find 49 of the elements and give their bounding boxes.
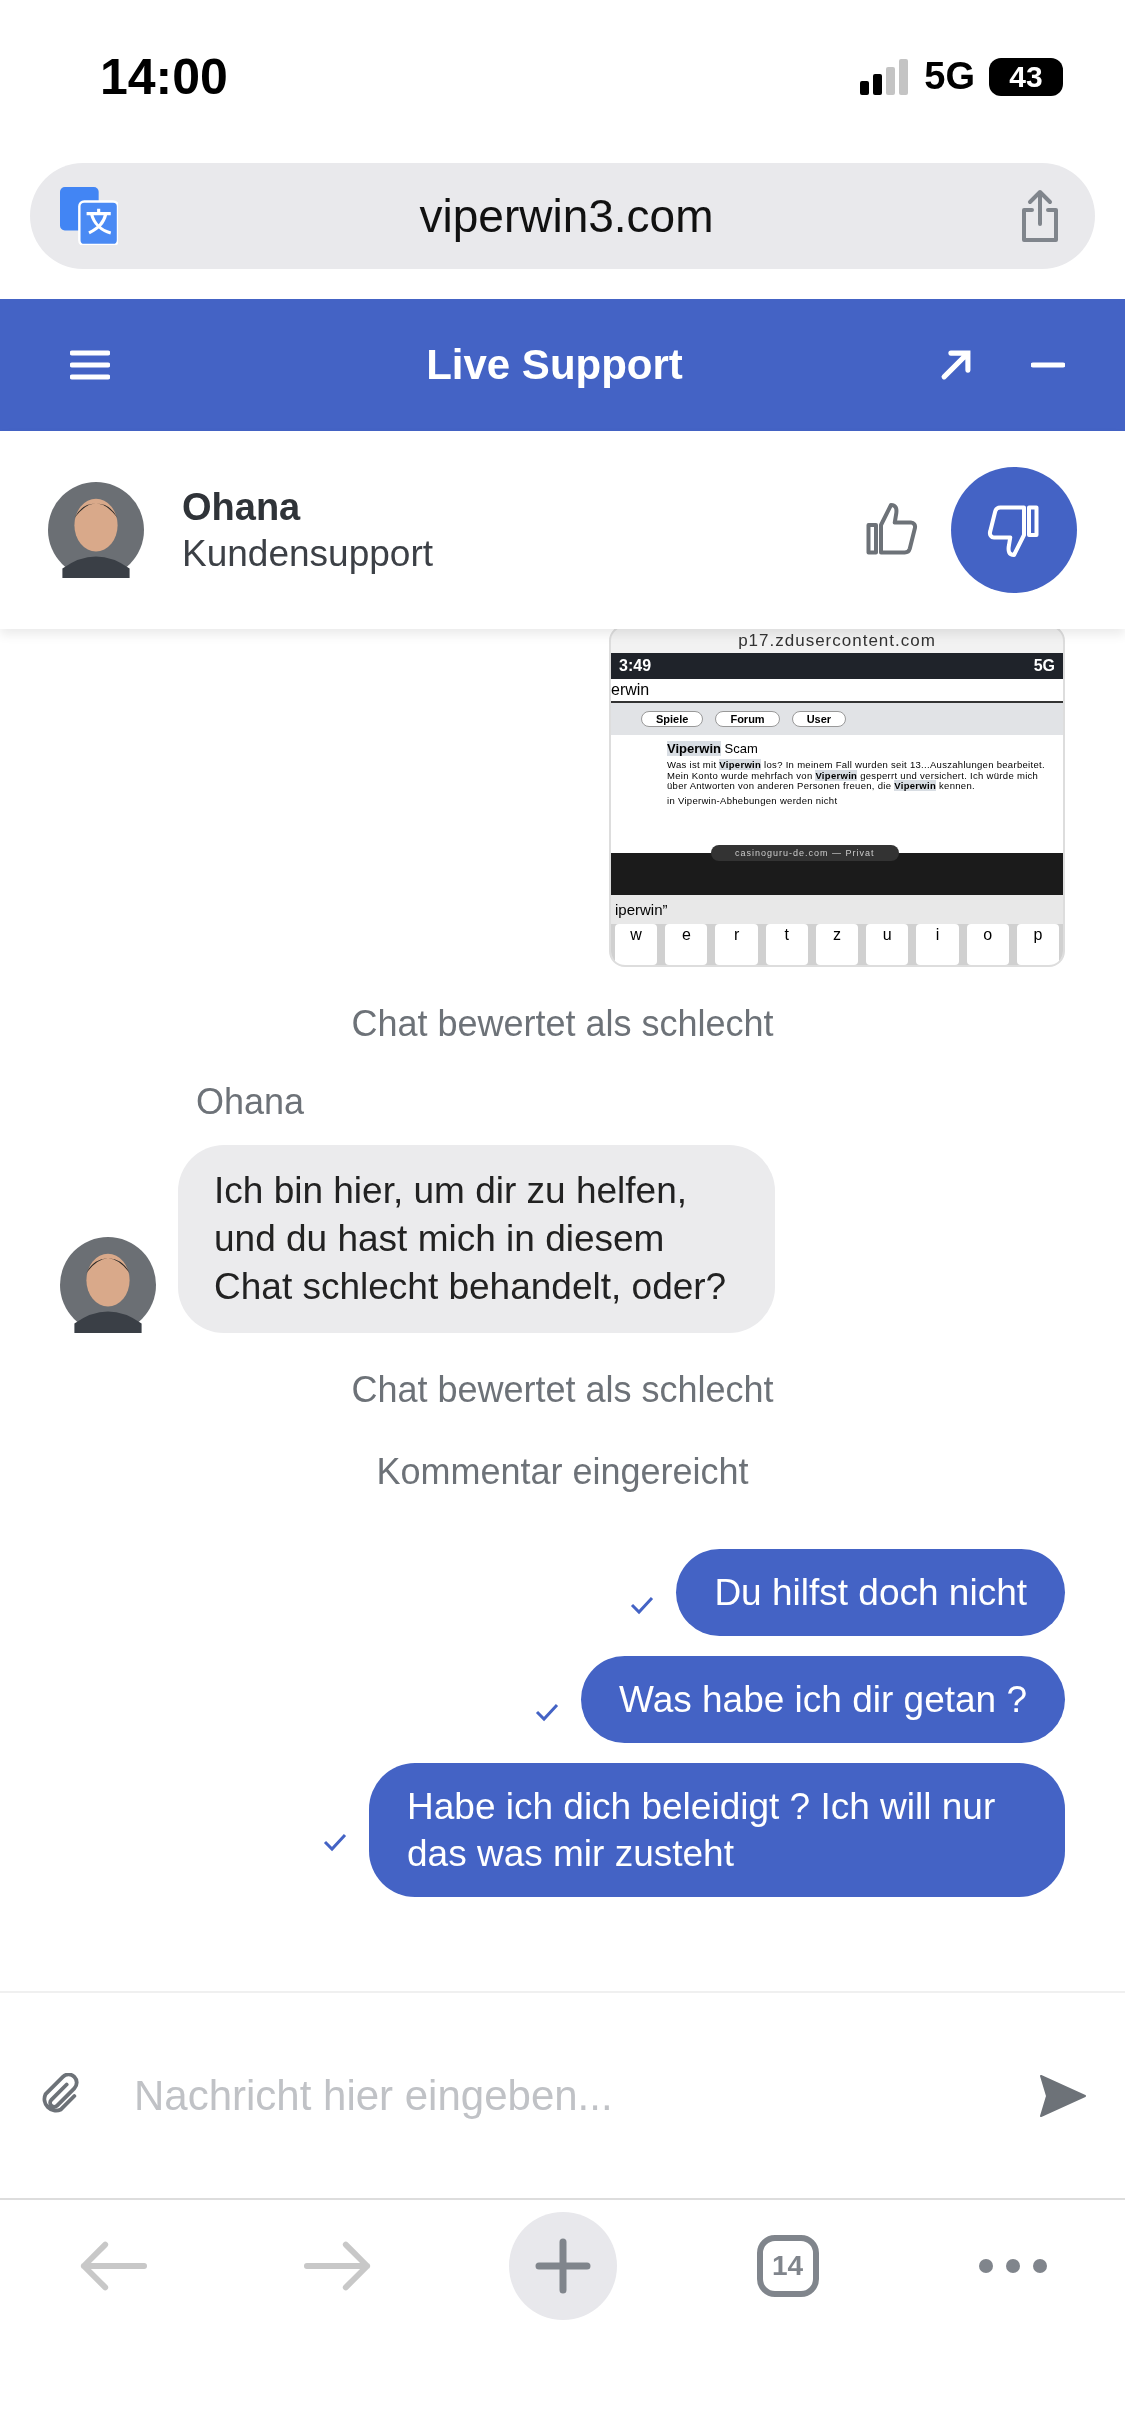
keyboard-key: o (966, 924, 1009, 965)
post-title: Viperwin Scam (667, 741, 759, 756)
user-message: Du hilfst doch nicht (676, 1549, 1065, 1636)
nav-chip: Spiele (641, 711, 704, 727)
translate-icon[interactable] (60, 187, 118, 245)
url-text: viperwin3.com (418, 189, 715, 243)
nav-chip: Forum (715, 711, 780, 727)
status-time: 3:49 (619, 657, 652, 675)
signal-icon (860, 58, 911, 95)
message-input[interactable]: Nachricht hier eingeben... (132, 2070, 1037, 2121)
keyboard-key: t (765, 924, 808, 965)
keyboard-key: i (916, 924, 959, 965)
search-query: iperwin” (611, 895, 1063, 924)
system-message: Chat bewertet als schlecht (350, 1003, 775, 1045)
system-message: Kommentar eingereicht (375, 1451, 750, 1493)
keyboard-key: u (866, 924, 909, 965)
keyboard-key: p (1016, 924, 1059, 965)
source-url: p17.zdusercontent.com (737, 630, 937, 652)
address-bar[interactable]: viperwin3.com (30, 163, 1095, 269)
network-label: 5G (924, 55, 975, 98)
post-text: Was ist mit Viperwin los? In meinem Fall wurden seit 13...Auszahlungen bearbeitet. Mein Konto wurde mehrfach von Viperwin gesperrt und versichert. Ich würde mich über Antworten von anderen Personen freuen, die Viperwin kennen. (667, 760, 1046, 792)
agent-message: Ich bin hier, um dir zu helfen, und du hast mich in diesem Chat schlecht behandelt, oder? (178, 1145, 775, 1333)
page-title: erwin (611, 679, 1063, 703)
more-icon (977, 2258, 1048, 2274)
menu-icon[interactable] (70, 349, 110, 381)
agent-role: Kundensupport (182, 532, 434, 575)
clock: 14:00 (100, 47, 228, 106)
user-message: Was habe ich dir getan ? (581, 1656, 1065, 1743)
battery-level: 43 (989, 57, 1063, 96)
keyboard-key: z (815, 924, 859, 965)
sender-name: Ohana (196, 1081, 306, 1123)
post-text: in Viperwin-Abhebungen werden nicht (667, 795, 839, 806)
avatar-icon (60, 1237, 156, 1333)
screenshot-attachment[interactable] (609, 629, 1065, 967)
nav-chip: User (791, 711, 847, 727)
agent-name: Ohana (182, 485, 302, 529)
system-message: Chat bewertet als schlecht (350, 1369, 775, 1411)
keyboard-key: w (615, 924, 658, 965)
keyboard-key: r (715, 924, 758, 965)
tabs-button[interactable]: 14 (756, 2235, 819, 2297)
expand-icon[interactable] (939, 348, 973, 382)
plus-icon (534, 2238, 591, 2294)
keyboard-key: e (665, 924, 708, 965)
header-title: Live Support (425, 341, 684, 389)
avatar-icon (48, 482, 144, 578)
minimize-icon[interactable] (1031, 361, 1065, 369)
url-toast: casinoguru-de.com — Privat (711, 845, 899, 861)
user-message: Habe ich dich beleidigt ? Ich will nur das was mir zusteht (369, 1763, 1065, 1897)
network-label: 5G (1033, 657, 1055, 675)
